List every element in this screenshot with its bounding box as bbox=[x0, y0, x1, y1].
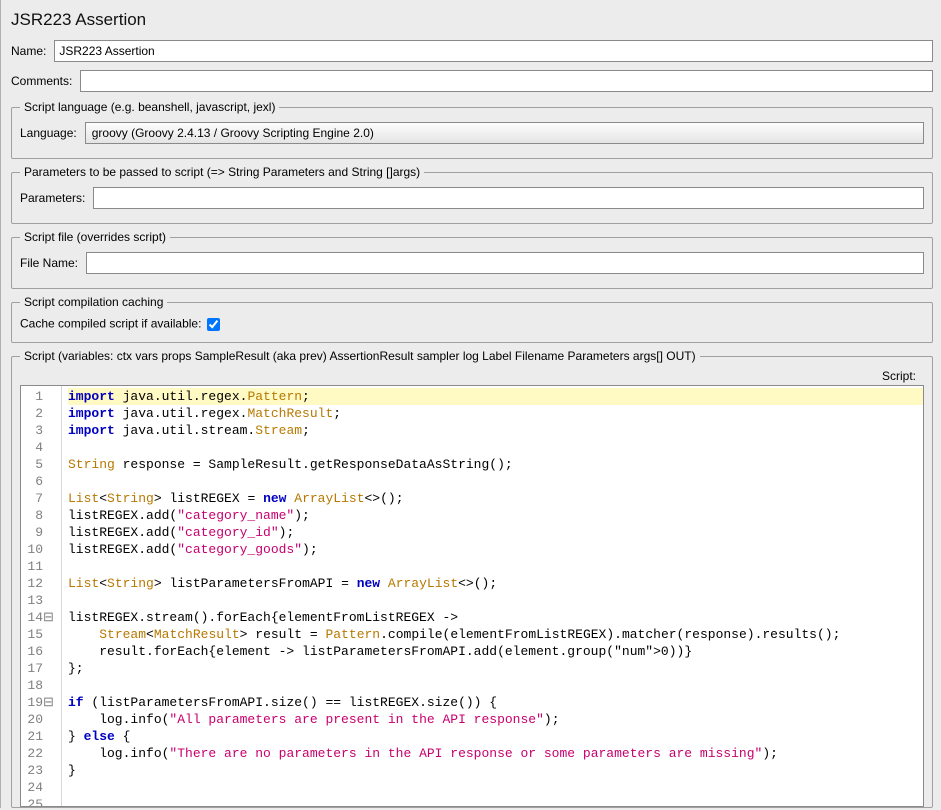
language-value: groovy (Groovy 2.4.13 / Groovy Scripting… bbox=[92, 126, 374, 140]
script-editor[interactable]: 1234567891011121314⊟1516171819⊟202122232… bbox=[20, 385, 924, 807]
cache-checkbox[interactable] bbox=[207, 318, 220, 331]
name-row: Name: bbox=[11, 40, 933, 62]
cache-fieldset: Script compilation caching Cache compile… bbox=[11, 295, 933, 343]
name-field[interactable] bbox=[54, 40, 933, 62]
script-label: Script: bbox=[882, 369, 916, 383]
comments-label: Comments: bbox=[11, 74, 72, 88]
name-label: Name: bbox=[11, 44, 46, 58]
filename-field[interactable] bbox=[86, 252, 924, 274]
filename-label: File Name: bbox=[20, 256, 78, 270]
language-fieldset: Script language (e.g. beanshell, javascr… bbox=[11, 100, 933, 159]
scriptfile-legend: Script file (overrides script) bbox=[20, 230, 170, 244]
comments-field[interactable] bbox=[80, 70, 933, 92]
scriptfile-fieldset: Script file (overrides script) File Name… bbox=[11, 230, 933, 289]
script-legend: Script (variables: ctx vars props Sample… bbox=[20, 349, 700, 363]
panel-title: JSR223 Assertion bbox=[11, 10, 933, 30]
parameters-field[interactable] bbox=[93, 187, 924, 209]
language-label: Language: bbox=[20, 126, 77, 140]
cache-label: Cache compiled script if available: bbox=[20, 317, 201, 331]
code-area[interactable]: import java.util.regex.Pattern; import j… bbox=[62, 386, 923, 806]
language-legend: Script language (e.g. beanshell, javascr… bbox=[20, 100, 279, 114]
script-fieldset: Script (variables: ctx vars props Sample… bbox=[11, 349, 933, 808]
language-combo[interactable]: groovy (Groovy 2.4.13 / Groovy Scripting… bbox=[85, 122, 924, 144]
parameters-fieldset: Parameters to be passed to script (=> St… bbox=[11, 165, 933, 224]
parameters-legend: Parameters to be passed to script (=> St… bbox=[20, 165, 424, 179]
comments-row: Comments: bbox=[11, 70, 933, 92]
parameters-label: Parameters: bbox=[20, 191, 85, 205]
cache-legend: Script compilation caching bbox=[20, 295, 167, 309]
assertion-panel: JSR223 Assertion Name: Comments: Script … bbox=[0, 0, 941, 808]
line-gutter: 1234567891011121314⊟1516171819⊟202122232… bbox=[21, 386, 62, 806]
